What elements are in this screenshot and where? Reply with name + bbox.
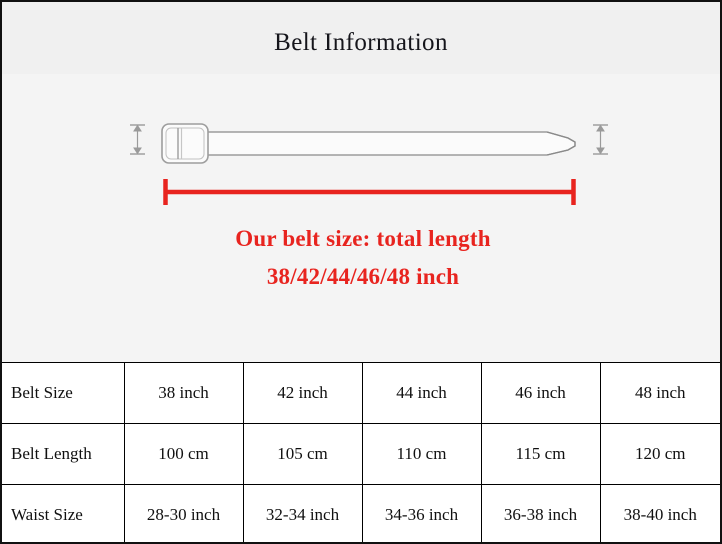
belt-size-table: Belt Size 38 inch 42 inch 44 inch 46 inc…: [2, 362, 720, 542]
cell-belt-length-4: 115 cm: [480, 423, 601, 485]
table-row: Belt Size 38 inch 42 inch 44 inch 46 inc…: [2, 362, 720, 424]
caption-total-length: Our belt size: total length: [235, 226, 491, 251]
row-label-belt-size: Belt Size: [2, 362, 125, 424]
cell-belt-length-3: 110 cm: [361, 423, 482, 485]
table-row: Waist Size 28-30 inch 32-34 inch 34-36 i…: [2, 484, 720, 542]
cell-waist-size-3: 34-36 inch: [361, 484, 482, 542]
page-title: Belt Information: [274, 29, 448, 56]
table-row: Belt Length 100 cm 105 cm 110 cm 115 cm …: [2, 423, 720, 485]
belt-buckle: [161, 123, 209, 164]
cell-belt-size-4: 46 inch: [480, 362, 601, 424]
right-height-arrow: [593, 124, 608, 155]
cell-belt-length-5: 120 cm: [599, 423, 720, 485]
cell-belt-length-2: 105 cm: [242, 423, 363, 485]
belt-information-page: Belt Information Our belt size: total le…: [0, 0, 722, 544]
cell-waist-size-1: 28-30 inch: [123, 484, 244, 542]
cell-belt-size-3: 44 inch: [361, 362, 482, 424]
caption-size-list: 38/42/44/46/48 inch: [266, 264, 460, 289]
header-band: Belt Information: [2, 2, 720, 74]
belt-diagram-svg: [130, 123, 608, 205]
belt-strap: [183, 131, 576, 156]
cell-belt-size-1: 38 inch: [123, 362, 244, 424]
cell-belt-size-2: 42 inch: [242, 362, 363, 424]
total-length-measure-line: [163, 179, 576, 205]
row-label-belt-length: Belt Length: [2, 423, 125, 485]
row-label-waist-size: Waist Size: [2, 484, 125, 542]
cell-waist-size-2: 32-34 inch: [242, 484, 363, 542]
cell-waist-size-4: 36-38 inch: [480, 484, 601, 542]
cell-waist-size-5: 38-40 inch: [599, 484, 720, 542]
left-height-arrow: [130, 124, 145, 155]
belt-illustration: Our belt size: total length 38/42/44/46/…: [2, 74, 720, 362]
cell-belt-size-5: 48 inch: [599, 362, 720, 424]
cell-belt-length-1: 100 cm: [123, 423, 244, 485]
